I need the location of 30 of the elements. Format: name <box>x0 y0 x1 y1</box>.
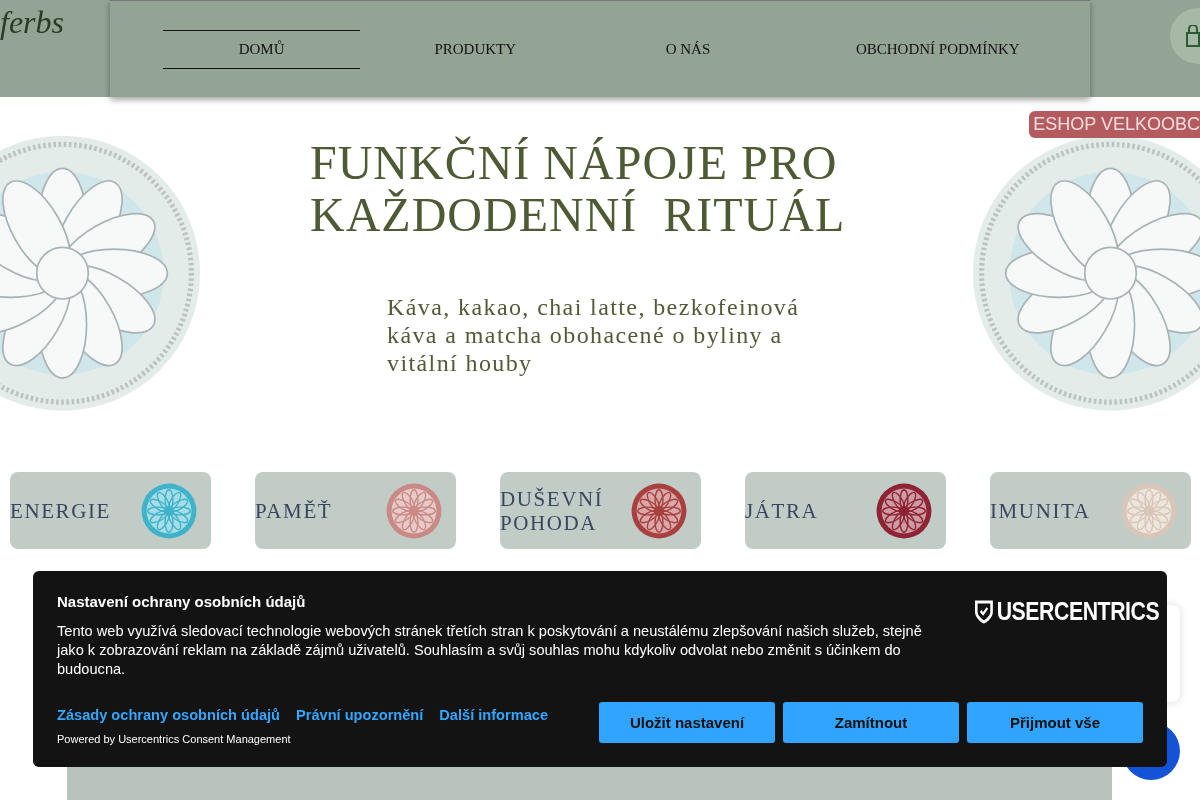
nav-link[interactable]: O NÁS <box>590 29 786 69</box>
consent-button[interactable]: Uložit nastavení <box>599 702 775 743</box>
category-card[interactable]: JÁTRA <box>745 472 946 549</box>
nav-link[interactable]: OBCHODNÍ PODMÍNKY <box>785 29 1090 69</box>
consent-button[interactable]: Přijmout vše <box>967 702 1143 743</box>
category-label: JÁTRA <box>745 498 819 523</box>
category-card[interactable]: PAMĚŤ <box>255 472 456 549</box>
consent-link[interactable]: Právní upozornění <box>296 707 424 723</box>
consent-text: Tento web využívá sledovací technologie webových stránek třetích stran k poskytování a neustálému zlepšování našich služeb, stejně jako k zobrazování reklam na základě zájmů uživatelů. Souhlasím a svůj souhlas mohu kdykoliv odvolat nebo změnit s účinkem do budoucna. <box>57 622 923 679</box>
category-card[interactable]: ENERGIE <box>10 472 211 549</box>
hero-title: FUNKČNÍ NÁPOJE PRO KAŽDODENNÍ RITUÁL <box>310 137 846 241</box>
shield-check-icon <box>974 599 994 624</box>
nav-link[interactable]: PRODUKTY <box>360 29 591 69</box>
category-label: DUŠEVNÍ POHODA <box>500 486 604 535</box>
eshop-badge[interactable]: ESHOP VELKOOBC <box>1029 111 1200 138</box>
consent-link[interactable]: Další informace <box>439 707 548 723</box>
nav-link[interactable]: DOMŮ <box>163 29 361 69</box>
powered-by-text: Powered by Usercentrics Consent Management <box>57 733 292 745</box>
shopping-bag-icon <box>1186 25 1200 47</box>
category-label: ENERGIE <box>10 498 111 523</box>
category-label: PAMĚŤ <box>255 498 333 523</box>
consent-link[interactable]: Zásady ochrany osobních údajů <box>57 707 280 723</box>
category-label: IMUNITA <box>990 498 1091 523</box>
consent-button[interactable]: Zamítnout <box>783 702 959 743</box>
category-card[interactable]: IMUNITA <box>990 472 1191 549</box>
hero-subtitle: Káva, kakao, chai latte, bezkofeinová káva a matcha obohacené o byliny a vitální houby <box>387 293 800 377</box>
brand-logo: USERCENTRICS <box>996 597 1160 626</box>
category-card[interactable]: DUŠEVNÍ POHODA <box>500 472 701 549</box>
consent-title: Nastavení ochrany osobních údajů <box>57 593 307 610</box>
logo[interactable]: ferbs <box>0 4 64 41</box>
